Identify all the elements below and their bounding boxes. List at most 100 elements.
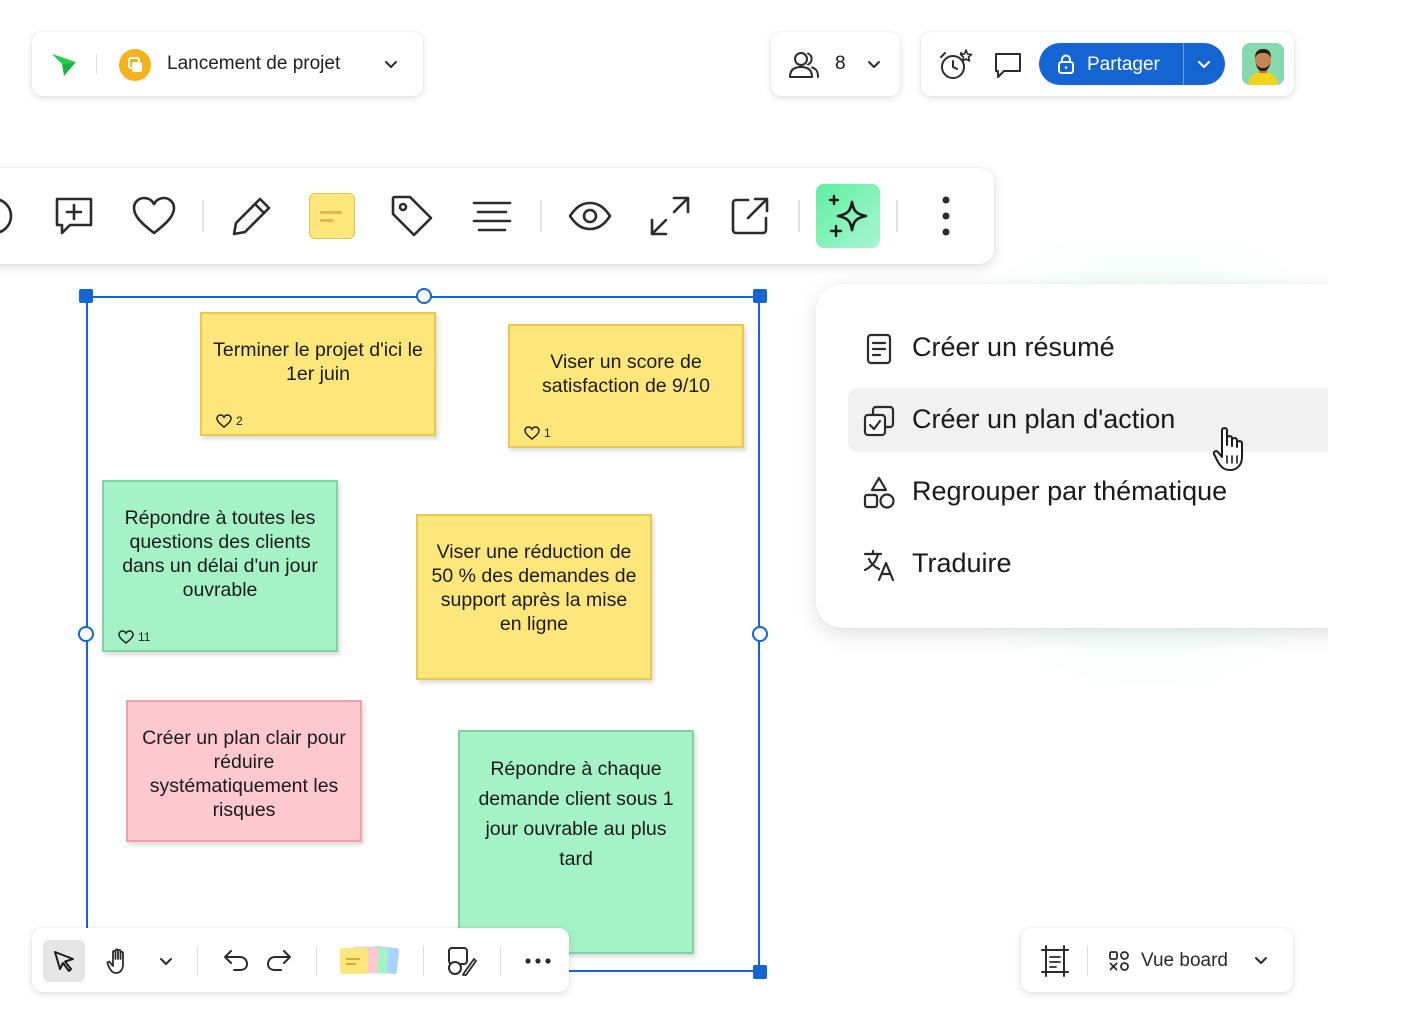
ai-sparkle-icon	[828, 194, 868, 238]
like-count[interactable]: 2	[216, 409, 243, 433]
open-link-button[interactable]	[718, 184, 782, 248]
resize-handle[interactable]	[753, 289, 767, 303]
heart-icon	[524, 426, 540, 440]
eye-icon	[568, 201, 612, 231]
reaction-icon[interactable]	[0, 194, 18, 238]
menu-item-label: Regrouper par thématique	[912, 476, 1228, 506]
like-count[interactable]: 1	[524, 421, 551, 445]
sticky-note[interactable]: Viser une réduction de 50 % des demandes…	[416, 514, 652, 680]
board-view-icon	[1109, 951, 1129, 971]
external-link-icon	[731, 197, 769, 235]
chevron-down-icon[interactable]	[1196, 56, 1212, 72]
divider	[202, 200, 204, 232]
tag-icon	[391, 195, 433, 237]
sticky-note-text: Créer un plan clair pour réduire systéma…	[142, 727, 346, 821]
divider	[500, 946, 501, 976]
divider	[798, 200, 800, 232]
select-tool-button[interactable]	[43, 940, 85, 982]
shapes-icon	[863, 476, 895, 509]
share-button[interactable]: Partager	[1039, 43, 1225, 85]
like-count-value: 11	[138, 630, 151, 644]
menu-item-action-plan[interactable]: Créer un plan d'action	[848, 388, 1376, 452]
sticky-note-text: Répondre à toutes les questions des clie…	[122, 507, 318, 601]
hand-pan-icon[interactable]	[105, 947, 133, 975]
sticky-note[interactable]: Terminer le projet d'ici le 1er juin 2	[200, 312, 436, 436]
action-plan-icon	[863, 405, 895, 437]
sticky-note[interactable]: Viser un score de satisfaction de 9/10 1	[508, 324, 744, 448]
chevron-down-icon[interactable]	[383, 56, 399, 72]
resize-handle[interactable]	[753, 965, 767, 979]
shapes-draw-icon[interactable]	[446, 945, 478, 977]
menu-item-label: Traduire	[912, 548, 1012, 578]
lock-icon	[1058, 54, 1074, 74]
resize-handle[interactable]	[416, 288, 432, 304]
sticky-note[interactable]: Répondre à toutes les questions des clie…	[102, 480, 338, 652]
menu-item-label: Créer un plan d'action	[912, 404, 1176, 434]
translate-icon	[863, 549, 895, 582]
more-options-button[interactable]	[914, 184, 978, 248]
sticky-note-text: Viser une réduction de 50 % des demandes…	[431, 541, 637, 635]
divider	[1087, 946, 1088, 976]
divider	[896, 200, 898, 232]
document-icon	[866, 333, 892, 365]
pencil-icon	[232, 197, 271, 236]
menu-item-summary[interactable]: Créer un résumé	[848, 316, 1376, 380]
cursor-arrow-icon	[54, 951, 74, 972]
resize-handle[interactable]	[752, 626, 768, 642]
divider	[423, 946, 424, 976]
text-align-button[interactable]	[460, 184, 524, 248]
sticky-note-color-icon	[309, 193, 355, 239]
heart-icon	[216, 414, 232, 428]
like-count[interactable]: 11	[118, 625, 150, 649]
text-align-icon	[472, 201, 512, 232]
sticky-note-text: Terminer le projet d'ici le 1er juin	[213, 339, 423, 385]
sticky-note-text: Viser un score de satisfaction de 9/10	[541, 351, 711, 397]
sticky-color-button[interactable]	[300, 184, 364, 248]
app-logo-icon[interactable]	[50, 52, 78, 78]
hand-pointer-cursor-icon	[1212, 427, 1243, 471]
comment-icon[interactable]	[992, 50, 1024, 80]
sticky-note-text: Répondre à chaque demande client sous 1 …	[478, 758, 674, 870]
sticky-note[interactable]: Créer un plan clair pour réduire systéma…	[126, 700, 362, 842]
resize-handle[interactable]	[78, 626, 94, 642]
ai-button[interactable]	[816, 184, 880, 248]
chevron-down-icon[interactable]	[1253, 952, 1269, 968]
chevron-down-icon[interactable]	[158, 953, 174, 969]
collaborator-count: 8	[835, 53, 846, 74]
redo-icon[interactable]	[265, 947, 293, 973]
like-count-value: 1	[544, 426, 551, 440]
menu-item-group-by-theme[interactable]: Regrouper par thématique	[848, 460, 1376, 524]
avatar[interactable]	[1242, 43, 1284, 85]
like-button[interactable]	[122, 184, 186, 248]
share-label: Partager	[1087, 54, 1160, 75]
sticky-note[interactable]: Répondre à chaque demande client sous 1 …	[458, 730, 694, 954]
resize-handle[interactable]	[79, 289, 93, 303]
timer-icon[interactable]	[937, 48, 973, 82]
like-count-value: 2	[236, 414, 243, 428]
heart-icon	[132, 196, 176, 235]
divider	[540, 200, 542, 232]
divider	[197, 946, 198, 976]
divider	[96, 54, 97, 74]
board-title[interactable]: Lancement de projet	[167, 53, 340, 75]
frame-icon[interactable]	[1040, 945, 1070, 977]
add-comment-icon	[55, 197, 93, 235]
expand-button[interactable]	[638, 184, 702, 248]
heart-icon	[118, 630, 134, 644]
chevron-down-icon[interactable]	[866, 56, 882, 72]
canvas-background	[1328, 200, 1408, 720]
view-switcher-label[interactable]: Vue board	[1141, 950, 1228, 972]
visibility-button[interactable]	[558, 184, 622, 248]
divider	[316, 946, 317, 976]
expand-icon	[650, 196, 690, 236]
menu-item-label: Créer un résumé	[912, 332, 1115, 362]
menu-item-translate[interactable]: Traduire	[848, 532, 1376, 596]
board-icon	[119, 49, 151, 81]
sticky-notes-stack-icon[interactable]	[340, 945, 402, 976]
draw-button[interactable]	[220, 184, 284, 248]
more-horizontal-icon[interactable]	[525, 957, 551, 965]
tag-button[interactable]	[380, 184, 444, 248]
add-comment-button[interactable]	[42, 184, 106, 248]
undo-icon[interactable]	[222, 947, 250, 973]
users-icon	[789, 52, 819, 78]
